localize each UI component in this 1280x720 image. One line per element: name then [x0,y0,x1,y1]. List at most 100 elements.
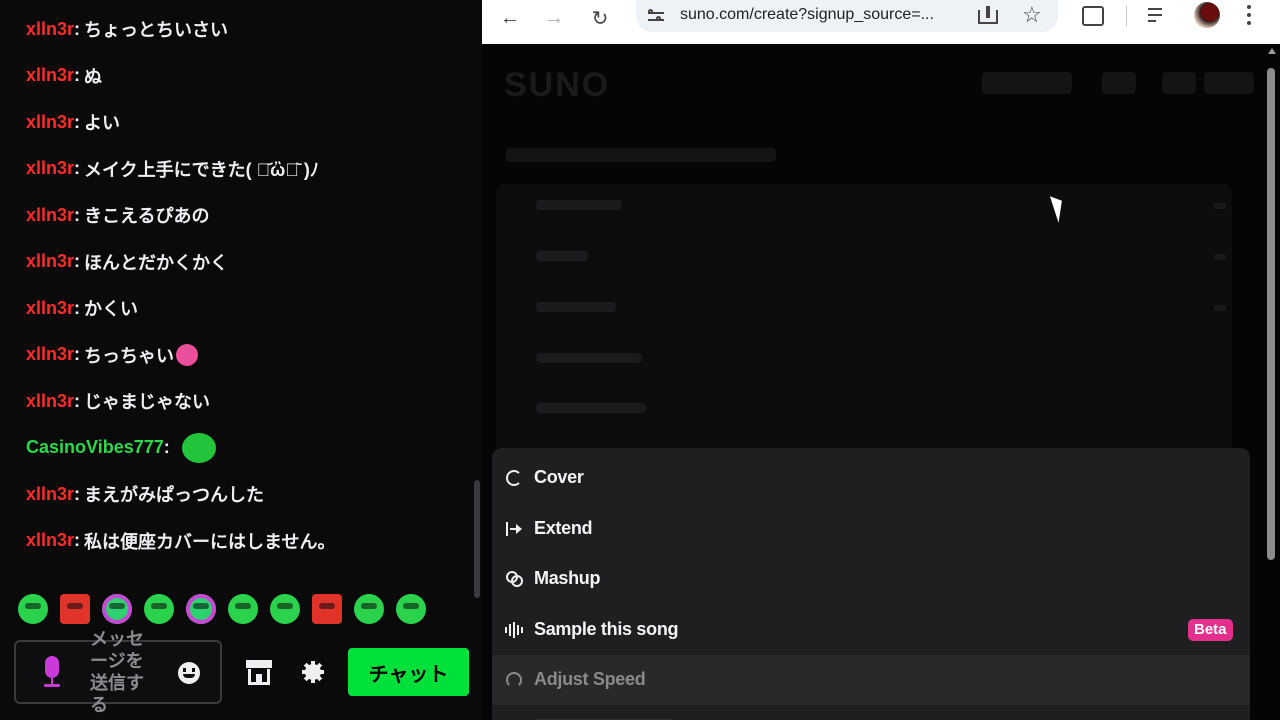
browser-window: ← → ↻ suno.com/create?signup_source=... … [482,0,1280,720]
chat-input-placeholder: メッセージを送信する [90,629,144,715]
chat-username[interactable]: xlln3r [26,298,74,319]
chat-message: xlln3r: ちょっとちいさい [0,6,470,53]
chat-message: xlln3r: かくい [0,285,470,332]
emote-picker-row [18,594,426,624]
chat-separator: : [163,437,170,458]
menu-item-mashup[interactable]: Mashup [492,554,1250,604]
dimmed-context-menu [496,184,1232,450]
chat-separator: : [74,18,81,39]
chat-message: CasinoVibes777: [0,425,470,472]
chat-text: きこえるぴあの [84,206,210,227]
emote-icon[interactable] [60,594,90,624]
emote-icon[interactable] [228,594,258,624]
url-text[interactable]: suno.com/create?signup_source=... [680,6,934,24]
emote-icon[interactable] [270,594,300,624]
chat-message: xlln3r: メイク上手にできた( ･᷄ὢ･᷅ )ﾉ [0,146,470,193]
forward-icon[interactable]: → [540,4,568,32]
chat-username[interactable]: xlln3r [26,19,74,40]
chat-text: まえがみぱっつんした [84,485,265,506]
chat-panel: xlln3r: ちょっとちいさい xlln3r: ぬ xlln3r: よい xlln3… [0,0,482,720]
chat-text: 私は便座カバーにはしません。 [84,531,336,552]
more-menu-icon[interactable] [1246,4,1252,26]
chat-username[interactable]: xlln3r [26,344,74,365]
chat-message: xlln3r: 私は便座カバーにはしません。 [0,518,470,565]
chat-username[interactable]: xlln3r [26,484,74,505]
suno-logo: SUNO [504,66,611,104]
chat-text: じゃまじゃない [84,392,211,413]
back-icon[interactable]: ← [496,4,524,32]
emote-icon[interactable] [102,594,132,624]
chat-input[interactable]: メッセージを送信する [14,629,222,715]
chat-username[interactable]: xlln3r [26,205,74,226]
green-blob-emote-icon [181,432,216,463]
chat-text: メイク上手にできた( ･᷄ὢ･᷅ )ﾉ [84,159,319,180]
browser-toolbar: ← → ↻ suno.com/create?signup_source=... … [482,0,1280,44]
chat-username[interactable]: xlln3r [26,530,74,551]
send-chat-button[interactable]: チャット [348,648,469,696]
chat-message: xlln3r: まえがみぱっつんした [0,471,470,518]
chat-text: ぬ [84,66,103,87]
screen: xlln3r: ちょっとちいさい xlln3r: ぬ xlln3r: よい xlln3… [0,0,1280,720]
emote-icon[interactable] [18,594,48,624]
emote-icon[interactable] [396,594,426,624]
menu-item-extend[interactable]: Extend [492,504,1250,554]
address-bar[interactable]: suno.com/create?signup_source=... ☆ [636,0,1058,32]
chat-username[interactable]: xlln3r [26,112,74,133]
chat-separator: : [74,204,81,225]
chat-separator: : [74,111,81,132]
chat-text: ちっちゃい [84,345,175,366]
page-scrollbar[interactable] [1264,44,1280,720]
chat-separator: : [74,251,81,272]
site-settings-icon[interactable] [646,6,666,26]
chat-username[interactable]: xlln3r [26,158,74,179]
dimmed-header-control [1162,72,1196,94]
menu-item-cover[interactable]: Cover [492,453,1250,503]
extensions-icon[interactable] [1082,6,1104,26]
chat-text: かくい [84,299,139,320]
chat-username[interactable]: CasinoVibes777 [26,437,164,458]
store-icon[interactable] [246,660,272,686]
profile-avatar[interactable] [1194,2,1220,28]
emote-icon[interactable] [144,594,174,624]
menu-item-label: Extend [534,518,593,538]
dimmed-header-control [982,72,1072,94]
chat-message: xlln3r: ぬ [0,53,470,100]
emote-icon[interactable] [312,594,342,624]
chat-message: xlln3r: じゃまじゃない [0,378,470,425]
chat-message: xlln3r: きこえるぴあの [0,192,470,239]
reload-icon[interactable]: ↻ [586,4,614,32]
chat-username[interactable]: xlln3r [26,65,74,86]
chat-separator: : [74,483,81,504]
chat-message: xlln3r: よい [0,99,470,146]
mashup-icon [504,570,524,588]
bookmark-star-icon[interactable]: ☆ [1022,2,1042,28]
remix-submenu: Cover Extend Mashup Sample this song Bet… [492,448,1250,720]
menu-item-sample[interactable]: Sample this song Beta [492,605,1250,655]
chat-message: xlln3r: ちっちゃい [0,332,470,379]
cover-icon [506,470,522,486]
chat-separator: : [74,65,81,86]
microphone-icon[interactable] [40,656,64,690]
chat-separator: : [74,390,81,411]
chat-scrollbar[interactable] [474,480,480,598]
emote-icon[interactable] [186,594,216,624]
install-app-icon[interactable] [976,4,1000,28]
media-controls-icon[interactable] [1148,6,1170,26]
chat-username[interactable]: xlln3r [26,251,74,272]
speed-icon [506,672,522,688]
chat-username[interactable] [26,0,31,6]
menu-item-adjust-speed[interactable]: Adjust Speed [492,655,1250,705]
extend-icon [504,520,524,538]
menu-item-partial[interactable] [492,705,1250,720]
suno-page: SUNO Cover Extend Mashup Sample this son… [482,44,1280,720]
menu-item-label: Mashup [534,568,601,588]
chat-text: ちょっとちいさい [84,20,229,41]
emoji-icon[interactable] [178,662,200,684]
chat-username[interactable]: xlln3r [26,391,74,412]
emote-icon[interactable] [354,594,384,624]
chat-text: よい [84,113,121,134]
beta-badge: Beta [1188,619,1233,641]
menu-item-label: Cover [534,467,584,487]
chat-text: ほんとだかくかく [84,252,229,273]
gear-icon[interactable] [302,661,324,683]
